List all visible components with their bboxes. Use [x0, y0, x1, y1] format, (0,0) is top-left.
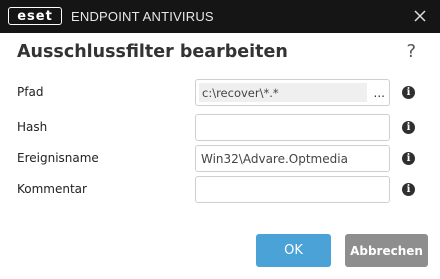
- hash-row: Hash i: [0, 114, 440, 141]
- title-bar: eset ENDPOINT ANTIVIRUS: [0, 0, 440, 33]
- event-name-info-icon[interactable]: i: [402, 152, 415, 165]
- comment-field[interactable]: [195, 176, 390, 203]
- comment-row: Kommentar i: [0, 176, 440, 203]
- logo-wordmark: eset: [8, 7, 62, 25]
- ok-button[interactable]: OK: [256, 234, 331, 267]
- event-name-row: Ereignisname Win32\Advare.Optmedia i: [0, 145, 440, 172]
- path-field[interactable]: c:\recover\*.* ...: [195, 79, 390, 106]
- close-icon: [414, 10, 426, 22]
- cancel-button[interactable]: Abbrechen: [345, 234, 428, 267]
- product-name: ENDPOINT ANTIVIRUS: [71, 9, 214, 24]
- event-name-field[interactable]: Win32\Advare.Optmedia: [195, 145, 390, 172]
- hash-label: Hash: [17, 120, 48, 134]
- comment-label: Kommentar: [17, 182, 87, 196]
- hash-field[interactable]: [195, 114, 390, 141]
- help-button[interactable]: ?: [406, 41, 416, 62]
- dialog-title: Ausschlussfilter bearbeiten: [17, 42, 288, 62]
- path-info-icon[interactable]: i: [402, 86, 415, 99]
- comment-info-icon[interactable]: i: [402, 183, 415, 196]
- close-button[interactable]: [410, 6, 430, 26]
- hash-info-icon[interactable]: i: [402, 121, 415, 134]
- path-label: Pfad: [17, 85, 44, 99]
- path-value: c:\recover\*.*: [199, 83, 367, 102]
- browse-button[interactable]: ...: [374, 86, 385, 100]
- event-name-label: Ereignisname: [17, 151, 99, 165]
- eset-logo: eset: [8, 7, 62, 25]
- path-row: Pfad c:\recover\*.* ... i: [0, 79, 440, 106]
